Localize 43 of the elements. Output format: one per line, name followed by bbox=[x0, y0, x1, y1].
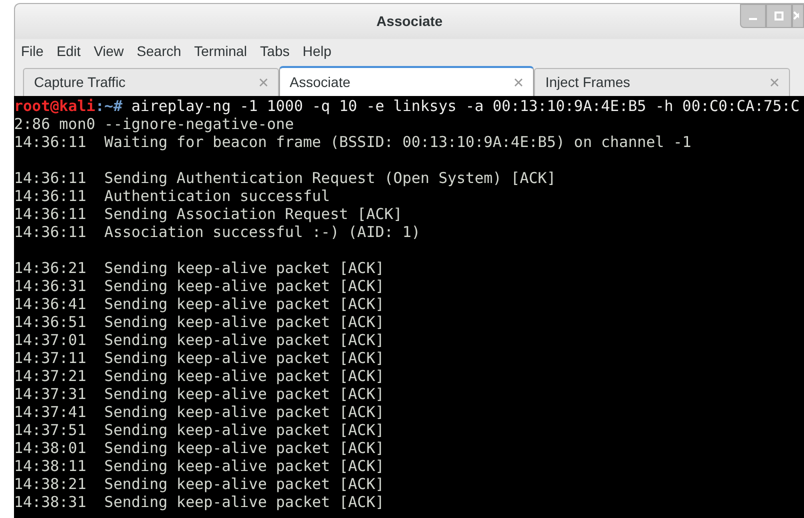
output-line: 14:36:11 Waiting for beacon frame (BSSID: 00:13:10:9A:4E:B5) on channel -1 bbox=[14, 133, 692, 151]
menu-item[interactable]: Edit bbox=[56, 40, 82, 62]
output-line: 14:38:11 Sending keep-alive packet [ACK] bbox=[14, 457, 384, 475]
output-line: 14:37:01 Sending keep-alive packet [ACK] bbox=[14, 331, 384, 349]
output-line: 14:36:51 Sending keep-alive packet [ACK] bbox=[14, 313, 384, 331]
output-line: 14:38:01 Sending keep-alive packet [ACK] bbox=[14, 439, 384, 457]
output-line: 14:37:21 Sending keep-alive packet [ACK] bbox=[14, 367, 384, 385]
output-line: 14:37:41 Sending keep-alive packet [ACK] bbox=[14, 403, 384, 421]
close-button[interactable] bbox=[792, 4, 804, 28]
output-line: 14:38:31 Sending keep-alive packet [ACK] bbox=[14, 493, 384, 511]
output-line: 2:86 mon0 --ignore-negative-one bbox=[14, 115, 294, 133]
output-line: 14:36:11 Association successful :-) (AID: 1) bbox=[14, 223, 420, 241]
menu-item[interactable]: Terminal bbox=[193, 40, 248, 62]
tab[interactable]: Associate bbox=[278, 66, 534, 96]
menu-item[interactable]: View bbox=[92, 40, 125, 62]
menu-item[interactable]: Help bbox=[302, 40, 332, 62]
output-line: 14:36:11 Sending Association Request [ACK] bbox=[14, 205, 402, 223]
tab[interactable]: Capture Traffic bbox=[23, 68, 279, 96]
maximize-button[interactable] bbox=[766, 4, 792, 28]
maximize-icon bbox=[774, 11, 784, 21]
output-line: 14:36:31 Sending keep-alive packet [ACK] bbox=[14, 277, 384, 295]
output-line: 14:37:51 Sending keep-alive packet [ACK] bbox=[14, 421, 384, 439]
output-line: 14:36:11 Sending Authentication Request (Open System) [ACK] bbox=[14, 169, 556, 187]
prompt-user: root@kali bbox=[14, 97, 96, 115]
output-line: 14:36:21 Sending keep-alive packet [ACK] bbox=[14, 259, 384, 277]
output-line: 14:37:11 Sending keep-alive packet [ACK] bbox=[14, 349, 384, 367]
output-line: 14:38:21 Sending keep-alive packet [ACK] bbox=[14, 475, 384, 493]
window-title: Associate bbox=[376, 12, 443, 31]
close-icon[interactable] bbox=[770, 78, 780, 87]
output-line: 14:36:11 Authentication successful bbox=[14, 187, 330, 205]
minimize-button[interactable] bbox=[740, 4, 766, 28]
prompt-path: :~# bbox=[95, 97, 122, 115]
close-icon bbox=[793, 11, 799, 21]
close-icon[interactable] bbox=[258, 78, 268, 87]
tab[interactable]: Inject Frames bbox=[534, 68, 790, 96]
minimize-icon bbox=[749, 18, 757, 20]
output-line: 14:37:31 Sending keep-alive packet [ACK] bbox=[14, 385, 384, 403]
command-text: aireplay-ng -1 1000 -q 10 -e linksys -a 00:13:10:9A:4E:B5 -h 00:C0:CA:75:C bbox=[130, 97, 800, 115]
close-icon[interactable] bbox=[514, 78, 524, 86]
menu-item[interactable]: File bbox=[20, 40, 45, 62]
menu-item[interactable]: Tabs bbox=[259, 40, 291, 62]
output-line: 14:36:41 Sending keep-alive packet [ACK] bbox=[14, 295, 384, 313]
menu-item[interactable]: Search bbox=[136, 40, 182, 62]
